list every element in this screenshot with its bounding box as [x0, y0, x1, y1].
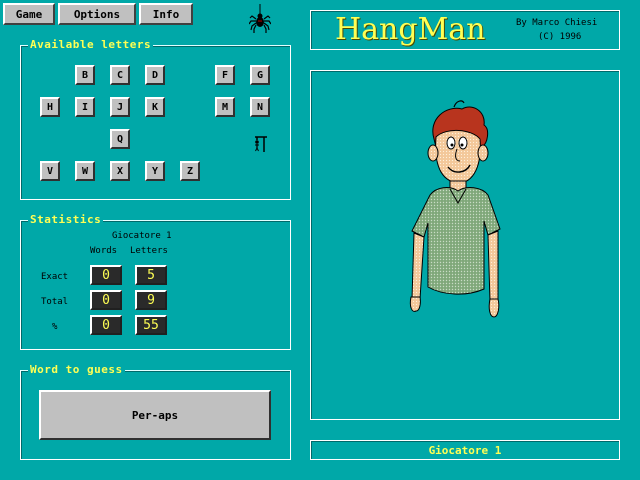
letter-key-h[interactable]: H: [40, 97, 60, 117]
word-display: Per-aps: [39, 390, 271, 440]
stats-player-name: Giocatore 1: [112, 231, 172, 241]
title-panel: HangMan By Marco Chiesi (C) 1996: [310, 10, 620, 50]
percent-words-display: 0: [90, 315, 122, 335]
letter-key-j[interactable]: J: [110, 97, 130, 117]
exact-letters-display: 5: [135, 265, 167, 285]
exact-words-display: 0: [90, 265, 122, 285]
game-menu-button[interactable]: Game: [3, 3, 55, 25]
hangman-character-figure: [409, 100, 501, 318]
stats-words-header: Words: [90, 246, 118, 256]
letter-key-b[interactable]: B: [75, 65, 95, 85]
copyright-year: (C) 1996: [538, 32, 582, 42]
available-letters-title: Available letters: [28, 38, 154, 51]
gallows-icon: [255, 136, 267, 152]
letter-key-g[interactable]: G: [250, 65, 270, 85]
current-player-bar: Giocatore 1: [310, 440, 620, 460]
letter-key-i[interactable]: I: [75, 97, 95, 117]
app-title: HangMan: [335, 12, 486, 47]
stats-letters-header: Letters: [130, 246, 168, 256]
options-menu-button[interactable]: Options: [58, 3, 136, 25]
spider-icon: [249, 4, 271, 33]
total-letters-display: 9: [135, 290, 167, 310]
total-words-display: 0: [90, 290, 122, 310]
stats-row-total-label: Total: [41, 297, 69, 307]
percent-letters-display: 55: [135, 315, 167, 335]
author-credit: By Marco Chiesi: [516, 18, 598, 28]
letter-key-v[interactable]: V: [40, 161, 60, 181]
letter-key-y[interactable]: Y: [145, 161, 165, 181]
letter-key-n[interactable]: N: [250, 97, 270, 117]
letter-key-x[interactable]: X: [110, 161, 130, 181]
stats-row-exact-label: Exact: [41, 272, 69, 282]
letter-key-z[interactable]: Z: [180, 161, 200, 181]
letter-key-k[interactable]: K: [145, 97, 165, 117]
stats-row-percent-label: %: [52, 322, 58, 332]
statistics-title: Statistics: [28, 213, 104, 226]
letter-key-m[interactable]: M: [215, 97, 235, 117]
letter-key-q[interactable]: Q: [110, 129, 130, 149]
letter-key-w[interactable]: W: [75, 161, 95, 181]
info-menu-button[interactable]: Info: [139, 3, 193, 25]
letter-key-c[interactable]: C: [110, 65, 130, 85]
letter-key-f[interactable]: F: [215, 65, 235, 85]
letter-key-d[interactable]: D: [145, 65, 165, 85]
word-to-guess-title: Word to guess: [28, 363, 125, 376]
hangman-scene: [310, 70, 620, 420]
